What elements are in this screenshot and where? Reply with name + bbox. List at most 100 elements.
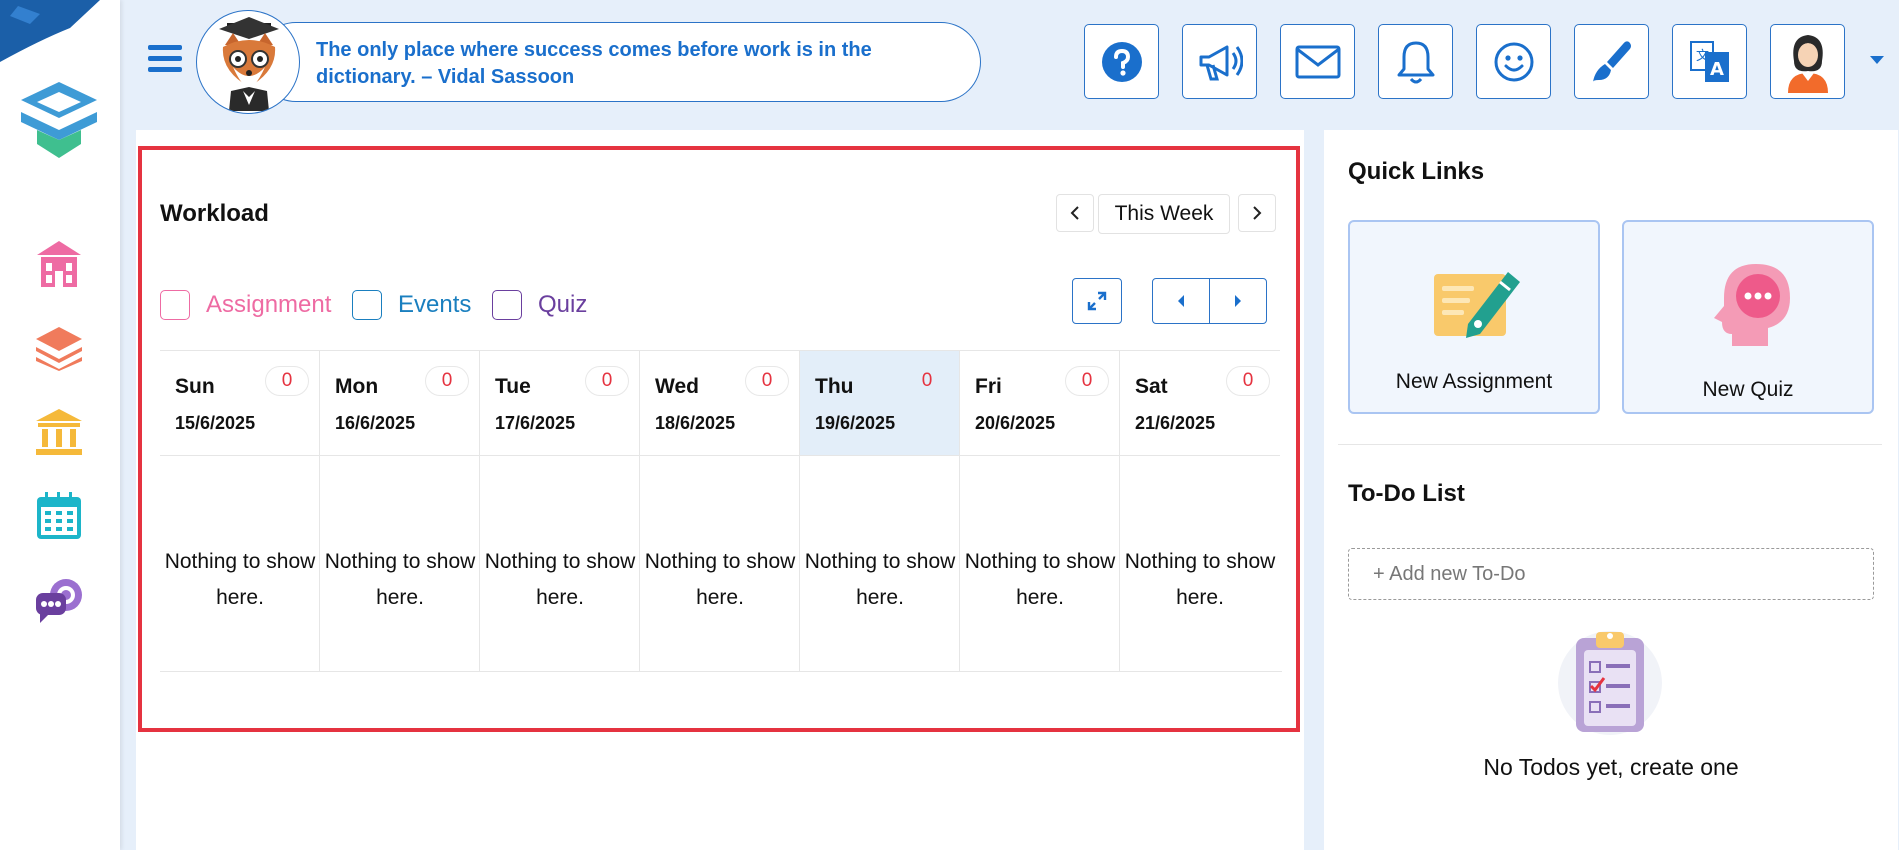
day-name: Mon <box>335 375 379 398</box>
period-selector[interactable]: This Week <box>1098 194 1230 234</box>
chevron-left-icon <box>1070 206 1079 220</box>
mood-button[interactable] <box>1476 24 1551 99</box>
day-column-mon: Mon 16/6/2025 0 Nothing to show here. <box>320 350 480 672</box>
school-icon <box>37 241 81 287</box>
filter-label: Quiz <box>538 291 588 318</box>
empty-message: Nothing to show here. <box>1124 550 1276 609</box>
day-column-fri: Fri 20/6/2025 0 Nothing to show here. <box>960 350 1120 672</box>
day-header[interactable]: Sun 15/6/2025 0 <box>160 350 319 456</box>
prev-week-button[interactable] <box>1056 194 1094 232</box>
quote-banner: The only place where success comes befor… <box>196 10 982 114</box>
next-week-button[interactable] <box>1238 194 1276 232</box>
divider <box>1338 444 1882 445</box>
day-count-badge: 0 <box>745 366 789 396</box>
smiley-icon <box>1494 42 1533 81</box>
filter-events[interactable]: Events <box>352 290 471 320</box>
week-grid: Sun 15/6/2025 0 Nothing to show here. Mo… <box>160 350 1282 672</box>
day-date: 18/6/2025 <box>655 413 736 433</box>
layers-icon <box>36 327 82 371</box>
sidebar-item-layers[interactable] <box>33 322 85 374</box>
events-checkbox[interactable] <box>352 290 382 320</box>
scroll-left-button[interactable] <box>1153 279 1210 323</box>
day-name: Sun <box>175 375 215 398</box>
day-header[interactable]: Sat 21/6/2025 0 <box>1120 350 1280 456</box>
day-date: 16/6/2025 <box>335 413 416 433</box>
day-name: Tue <box>495 375 531 398</box>
empty-message: Nothing to show here. <box>804 550 956 609</box>
day-column-thu: Thu 19/6/2025 0 Nothing to show here. <box>800 350 960 672</box>
sidebar-item-school[interactable] <box>33 238 85 290</box>
caret-left-icon <box>1178 295 1184 307</box>
language-button[interactable]: 文 A <box>1672 24 1747 99</box>
calendar-icon <box>37 492 81 539</box>
sidebar-item-institution[interactable] <box>33 406 85 458</box>
day-count-badge: 0 <box>921 370 933 391</box>
sidebar <box>0 0 120 850</box>
quiz-head-icon <box>1714 264 1790 346</box>
day-name: Sat <box>1135 375 1168 398</box>
filter-assignment[interactable]: Assignment <box>160 290 331 320</box>
scroll-right-button[interactable] <box>1210 279 1266 323</box>
day-count-badge: 0 <box>585 366 629 396</box>
filter-quiz[interactable]: Quiz <box>492 290 587 320</box>
announcements-button[interactable] <box>1182 24 1257 99</box>
caret-right-icon <box>1235 295 1241 307</box>
day-header[interactable]: Wed 18/6/2025 0 <box>640 350 799 456</box>
day-count-badge: 0 <box>425 366 469 396</box>
workload-title: Workload <box>160 200 269 227</box>
new-assignment-link[interactable]: New Assignment <box>1348 220 1600 414</box>
day-column-sun: Sun 15/6/2025 0 Nothing to show here. <box>160 350 320 672</box>
empty-message: Nothing to show here. <box>644 550 796 609</box>
empty-message: Nothing to show here. <box>964 550 1116 609</box>
filter-label: Events <box>398 291 472 318</box>
quick-link-label: New Assignment <box>1395 370 1553 393</box>
sidebar-item-chat[interactable] <box>33 574 85 626</box>
chevron-down-icon[interactable] <box>1870 56 1884 64</box>
day-header[interactable]: Tue 17/6/2025 0 <box>480 350 639 456</box>
quiz-checkbox[interactable] <box>492 290 522 320</box>
day-header[interactable]: Thu 19/6/2025 0 <box>800 350 959 456</box>
theme-button[interactable] <box>1574 24 1649 99</box>
day-count-badge: 0 <box>265 366 309 396</box>
help-button[interactable] <box>1084 24 1159 99</box>
filter-label: Assignment <box>206 291 332 318</box>
day-date: 15/6/2025 <box>175 413 256 433</box>
day-header[interactable]: Mon 16/6/2025 0 <box>320 350 479 456</box>
day-date: 17/6/2025 <box>495 413 576 433</box>
day-name: Wed <box>655 375 699 398</box>
notifications-button[interactable] <box>1378 24 1453 99</box>
bell-icon <box>1397 41 1434 83</box>
day-column-sat: Sat 21/6/2025 0 Nothing to show here. <box>1120 350 1280 672</box>
quick-links-title: Quick Links <box>1348 158 1485 185</box>
day-column-wed: Wed 18/6/2025 0 Nothing to show here. <box>640 350 800 672</box>
sidebar-item-calendar[interactable] <box>33 490 85 542</box>
assignment-pen-icon <box>1434 272 1520 338</box>
institution-icon <box>36 409 82 455</box>
quick-link-label: New Quiz <box>1702 378 1794 401</box>
right-panel: Quick Links New Assignment New Quiz To-D… <box>1324 130 1898 850</box>
app-logo[interactable] <box>17 78 101 162</box>
empty-message: Nothing to show here. <box>484 550 636 609</box>
expand-button[interactable] <box>1072 278 1122 324</box>
messages-button[interactable] <box>1280 24 1355 99</box>
main-panel: Workload This Week Assignment Events Qui… <box>136 130 1304 850</box>
day-count-badge: 0 <box>1226 366 1270 396</box>
empty-message: Nothing to show here. <box>324 550 476 609</box>
help-icon <box>1101 41 1142 82</box>
chevron-right-icon <box>1253 206 1262 220</box>
mail-icon <box>1295 45 1340 78</box>
svg-text:A: A <box>1710 59 1724 80</box>
assignment-checkbox[interactable] <box>160 290 190 320</box>
day-date: 19/6/2025 <box>815 413 896 433</box>
todo-empty-message: No Todos yet, create one <box>1483 754 1739 780</box>
avatar <box>1787 34 1828 93</box>
hamburger-menu-icon[interactable] <box>148 45 182 75</box>
new-quiz-link[interactable]: New Quiz <box>1622 220 1874 414</box>
add-todo-input[interactable]: + Add new To-Do <box>1348 548 1874 600</box>
scroll-pager <box>1152 278 1267 324</box>
quote-text: The only place where success comes befor… <box>316 39 872 88</box>
todo-title: To-Do List <box>1348 480 1465 507</box>
profile-button[interactable] <box>1770 24 1845 99</box>
day-header[interactable]: Fri 20/6/2025 0 <box>960 350 1119 456</box>
day-name: Fri <box>975 375 1002 398</box>
